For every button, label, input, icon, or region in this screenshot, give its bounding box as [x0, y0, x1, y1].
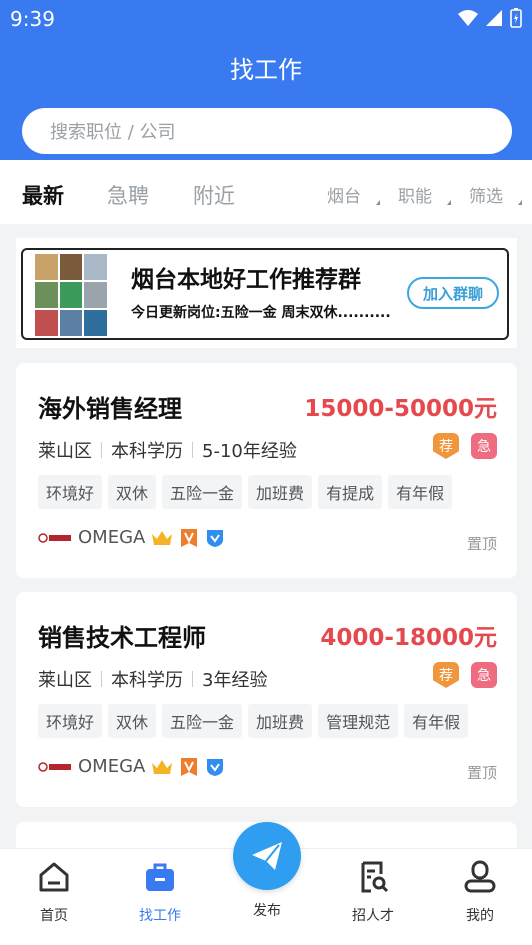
job-experience: 3年经验 — [202, 670, 268, 691]
nav-jobs[interactable]: 找工作 — [120, 859, 200, 925]
paper-plane-icon — [252, 842, 282, 870]
filter-city[interactable]: 烟台 — [327, 182, 361, 207]
nav-home-label: 首页 — [40, 908, 68, 924]
job-tag: 加班费 — [248, 475, 313, 509]
filter-more[interactable]: 筛选 — [469, 182, 503, 207]
tab-latest[interactable]: 最新 — [22, 180, 64, 210]
signal-icon — [486, 10, 502, 26]
company-logo-icon — [38, 532, 71, 543]
job-badges: 荐 急 — [433, 433, 497, 459]
job-tag: 有年假 — [404, 704, 469, 738]
job-district: 莱山区 — [38, 441, 92, 462]
recommended-badge: 荐 — [433, 433, 459, 459]
status-bar: 9:39 — [0, 0, 532, 36]
tab-urgent[interactable]: 急聘 — [107, 180, 149, 210]
job-education: 本科学历 — [111, 670, 183, 691]
job-card[interactable]: 销售技术工程师 4000-18000元 莱山区 本科学历 3年经验 荐 急 环境… — [16, 592, 517, 807]
crown-icon — [152, 530, 173, 545]
banner-card[interactable]: 烟台本地好工作推荐群 今日更新岗位:五险一金 周末双休.......... 加入… — [16, 238, 517, 348]
tab-nearby[interactable]: 附近 — [193, 180, 235, 210]
wifi-icon — [458, 10, 478, 26]
dropdown-triangle-icon — [518, 200, 522, 205]
job-tag: 有年假 — [388, 475, 453, 509]
job-meta: 莱山区 本科学历 5-10年经验 — [38, 437, 297, 463]
join-group-button[interactable]: 加入群聊 — [407, 277, 499, 309]
job-tag: 管理规范 — [318, 704, 399, 738]
tab-bar: 最新 急聘 附近 烟台 职能 筛选 — [0, 160, 532, 224]
company-name: OMEGA — [78, 756, 146, 777]
urgent-badge: 急 — [471, 662, 497, 688]
page-title: 找工作 — [230, 56, 302, 84]
nav-jobs-label: 找工作 — [139, 908, 181, 924]
verified-v-icon — [181, 757, 198, 776]
job-education: 本科学历 — [111, 441, 183, 462]
nav-mine[interactable]: 我的 — [440, 859, 520, 925]
verified-shield-icon — [207, 529, 224, 547]
banner-photo-collage — [35, 254, 107, 336]
job-tag: 双休 — [108, 475, 157, 509]
job-tag: 环境好 — [38, 704, 103, 738]
company-name: OMEGA — [78, 527, 146, 548]
user-icon — [464, 860, 496, 893]
company-row[interactable]: OMEGA — [38, 756, 225, 777]
job-tag: 环境好 — [38, 475, 103, 509]
filter-function[interactable]: 职能 — [398, 182, 432, 207]
job-badges: 荐 急 — [433, 662, 497, 688]
job-tags: 环境好 双休 五险一金 加班费 管理规范 有年假 — [38, 704, 469, 738]
company-logo-icon — [38, 761, 71, 772]
job-salary: 15000-50000元 — [304, 396, 497, 422]
status-time: 9:39 — [10, 7, 55, 31]
header: 9:39 找工作 搜索职位 / 公司 — [0, 0, 532, 160]
banner-subtitle: 今日更新岗位:五险一金 周末双休.......... — [131, 305, 391, 321]
search-placeholder: 搜索职位 / 公司 — [50, 122, 176, 143]
search-input[interactable]: 搜索职位 / 公司 — [22, 108, 512, 154]
nav-mine-label: 我的 — [466, 908, 494, 924]
pin-top-button[interactable]: 置顶 — [467, 762, 497, 783]
job-tag: 五险一金 — [162, 475, 243, 509]
crown-icon — [152, 759, 173, 774]
job-tag: 双休 — [108, 704, 157, 738]
job-tags: 环境好 双休 五险一金 加班费 有提成 有年假 — [38, 475, 453, 509]
recommended-badge: 荐 — [433, 662, 459, 688]
publish-button[interactable] — [233, 822, 301, 890]
status-icons — [458, 8, 522, 28]
job-experience: 5-10年经验 — [202, 441, 297, 462]
job-card[interactable]: 海外销售经理 15000-50000元 莱山区 本科学历 5-10年经验 荐 急… — [16, 363, 517, 578]
job-salary: 4000-18000元 — [320, 625, 497, 651]
job-tag: 有提成 — [318, 475, 383, 509]
job-title: 销售技术工程师 — [38, 624, 206, 652]
job-meta: 莱山区 本科学历 3年经验 — [38, 666, 267, 692]
job-tag: 五险一金 — [162, 704, 243, 738]
urgent-badge: 急 — [471, 433, 497, 459]
company-row[interactable]: OMEGA — [38, 527, 225, 548]
job-tag: 加班费 — [248, 704, 313, 738]
home-icon — [39, 862, 69, 892]
nav-home[interactable]: 首页 — [14, 859, 94, 925]
resume-search-icon — [361, 861, 389, 893]
nav-publish-label: 发布 — [253, 903, 281, 919]
verified-shield-icon — [207, 758, 224, 776]
verified-v-icon — [181, 528, 198, 547]
group-banner[interactable]: 烟台本地好工作推荐群 今日更新岗位:五险一金 周末双休.......... 加入… — [21, 248, 509, 340]
dropdown-triangle-icon — [447, 200, 451, 205]
banner-title: 烟台本地好工作推荐群 — [131, 267, 361, 293]
pin-top-button[interactable]: 置顶 — [467, 533, 497, 554]
job-district: 莱山区 — [38, 670, 92, 691]
briefcase-icon — [146, 863, 174, 891]
battery-icon — [510, 8, 522, 28]
nav-talent[interactable]: 招人才 — [333, 859, 413, 925]
dropdown-triangle-icon — [376, 200, 380, 205]
job-title: 海外销售经理 — [38, 395, 182, 423]
nav-talent-label: 招人才 — [352, 908, 394, 924]
